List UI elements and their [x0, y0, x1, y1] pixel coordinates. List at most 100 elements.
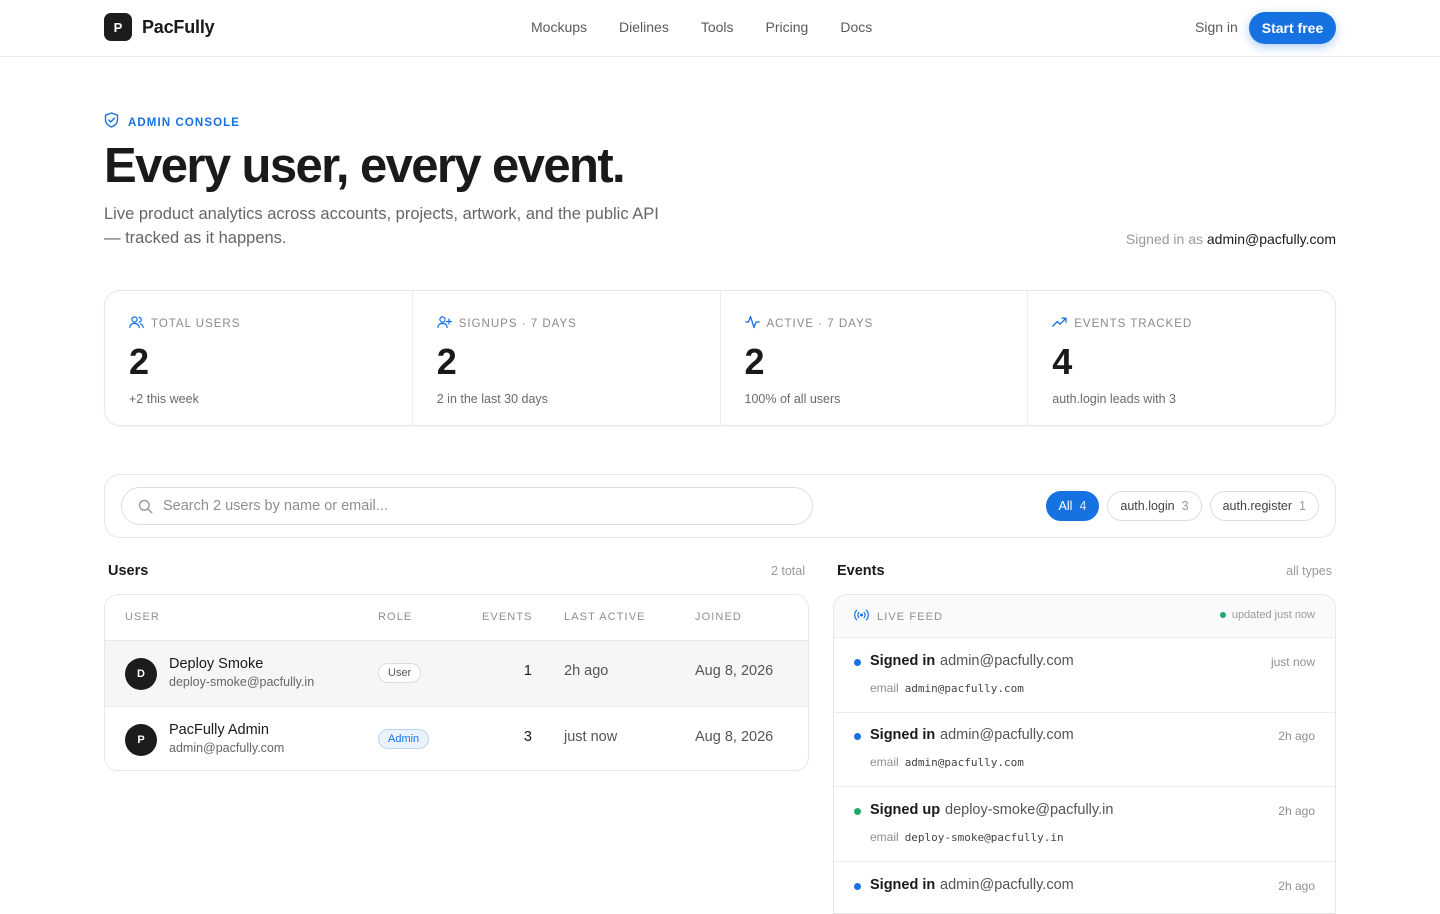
live-feed-title: LIVE FEED	[854, 609, 943, 624]
user-name: PacFully Admin	[169, 722, 269, 738]
event-detail-label: email	[870, 755, 899, 769]
stat-note: 2 in the last 30 days	[436, 392, 548, 406]
event-user: admin@pacfully.com	[940, 653, 1074, 669]
filter-chip-auth-login[interactable]: auth.login 3	[1107, 491, 1202, 521]
page-subtitle: Live product analytics across accounts, …	[104, 205, 659, 247]
event-item[interactable]: Signed up deploy-smoke@pacfully.in 2h ag…	[834, 787, 1335, 862]
column-header-user[interactable]: USER	[125, 611, 160, 623]
search-box	[121, 487, 813, 525]
user-plus-icon	[436, 315, 452, 332]
stat-note: +2 this week	[129, 392, 199, 406]
stat-signups: SIGNUPS · 7 DAYS 2 2 in the last 30 days	[413, 291, 721, 425]
stat-value: 2	[744, 341, 765, 382]
users-panel-title: Users	[108, 563, 149, 579]
sign-in-link[interactable]: Sign in	[1195, 19, 1238, 35]
stat-value: 2	[129, 341, 150, 382]
filter-chip-auth-register[interactable]: auth.register 1	[1209, 491, 1319, 521]
admin-console-eyebrow: ADMIN CONSOLE	[104, 112, 240, 133]
column-header-role[interactable]: ROLE	[378, 611, 412, 623]
live-status-dot	[1219, 612, 1226, 618]
event-time: 2h ago	[1278, 879, 1315, 893]
user-email: deploy-smoke@pacfully.in	[169, 675, 315, 689]
event-user: admin@pacfully.com	[940, 727, 1074, 743]
filter-chip-count: 1	[1299, 499, 1306, 513]
event-detail-label: email	[870, 681, 899, 695]
role-badge: Admin	[378, 729, 430, 749]
users-icon	[129, 315, 144, 332]
filter-bar: All 4 auth.login 3 auth.register 1	[104, 474, 1336, 538]
users-total: 2 total	[770, 564, 805, 578]
user-last-active: 2h ago	[564, 663, 609, 679]
stat-label: ACTIVE · 7 DAYS	[766, 317, 874, 330]
filter-chip-label: auth.register	[1222, 499, 1293, 513]
feed-updated-status: updated just now	[1219, 609, 1315, 621]
events-panel-title: Events	[837, 563, 885, 579]
table-row[interactable]: P PacFully Admin admin@pacfully.com Admi…	[105, 706, 808, 770]
signed-in-prefix: Signed in as	[1125, 231, 1203, 247]
users-table: USER ROLE EVENTS LAST ACTIVE JOINED D De…	[104, 594, 809, 771]
filter-chip-count: 3	[1181, 499, 1189, 513]
nav-link-pricing[interactable]: Pricing	[766, 19, 809, 35]
event-time: 2h ago	[1278, 804, 1315, 818]
role-badge: User	[378, 663, 422, 683]
eyebrow-label: ADMIN CONSOLE	[128, 116, 241, 129]
event-status-dot	[854, 659, 861, 666]
event-item[interactable]: Signed in admin@pacfully.com just now em…	[834, 638, 1335, 713]
stats-panel: TOTAL USERS 2 +2 this week SIGNUPS · 7 D…	[104, 290, 1336, 426]
page-title: Every user, every event.	[104, 139, 626, 193]
activity-icon	[744, 315, 760, 332]
shield-check-icon	[104, 112, 119, 133]
events-panel-header: Events all types	[837, 563, 1332, 579]
live-feed-header: LIVE FEED updated just now	[834, 595, 1335, 638]
event-user: admin@pacfully.com	[940, 877, 1074, 893]
trending-up-icon	[1052, 315, 1067, 332]
users-panel-header: Users 2 total	[108, 563, 805, 579]
stat-active: ACTIVE · 7 DAYS 2 100% of all users	[721, 291, 1029, 425]
avatar: D	[125, 658, 157, 690]
nav-link-mockups[interactable]: Mockups	[531, 19, 587, 35]
top-navbar: P PacFully Mockups Dielines Tools Pricin…	[0, 0, 1440, 57]
signed-in-indicator: Signed in as admin@pacfully.com	[1126, 231, 1336, 247]
user-joined-date: Aug 8, 2026	[695, 729, 774, 745]
logo-mark: P	[104, 13, 132, 41]
filter-chip-all[interactable]: All 4	[1045, 491, 1100, 521]
event-detail-value: admin@pacfully.com	[904, 682, 1024, 695]
event-status-dot	[854, 808, 861, 815]
user-event-count: 3	[523, 729, 532, 745]
event-type: Signed in	[870, 653, 936, 669]
filter-chip-label: auth.login	[1120, 499, 1175, 513]
event-detail-value: deploy-smoke@pacfully.in	[904, 831, 1064, 844]
event-time: just now	[1270, 655, 1315, 669]
event-item[interactable]: Signed in admin@pacfully.com 2h ago emai…	[834, 712, 1335, 787]
user-event-count: 1	[523, 663, 532, 679]
user-name: Deploy Smoke	[169, 656, 264, 672]
nav-link-docs[interactable]: Docs	[840, 19, 872, 35]
event-type: Signed up	[870, 802, 941, 818]
column-header-last-active[interactable]: LAST ACTIVE	[564, 611, 646, 623]
event-detail: email admin@pacfully.com	[870, 681, 1024, 695]
signed-in-email: admin@pacfully.com	[1206, 231, 1336, 247]
events-feed: LIVE FEED updated just now Signed in adm…	[833, 594, 1336, 914]
column-header-events[interactable]: EVENTS	[482, 611, 533, 623]
brand-logo[interactable]: P PacFully	[104, 13, 215, 41]
nav-link-dielines[interactable]: Dielines	[619, 19, 669, 35]
search-input[interactable]	[122, 488, 812, 524]
event-item[interactable]: Signed in admin@pacfully.com 2h ago	[834, 862, 1335, 913]
stat-label: SIGNUPS · 7 DAYS	[458, 317, 577, 330]
start-free-button[interactable]: Start free	[1249, 12, 1336, 44]
stat-events-tracked: EVENTS TRACKED 4 auth.login leads with 3	[1028, 291, 1335, 425]
stat-label: TOTAL USERS	[151, 317, 241, 330]
stat-note: auth.login leads with 3	[1052, 392, 1176, 406]
filter-chip-count: 4	[1079, 499, 1087, 513]
stat-note: 100% of all users	[744, 392, 841, 406]
event-detail: email deploy-smoke@pacfully.in	[870, 830, 1064, 844]
avatar: P	[125, 724, 157, 756]
nav-link-tools[interactable]: Tools	[701, 19, 734, 35]
event-user: deploy-smoke@pacfully.in	[945, 802, 1114, 818]
stat-total-users: TOTAL USERS 2 +2 this week	[105, 291, 413, 425]
column-header-joined[interactable]: JOINED	[695, 611, 742, 623]
table-row[interactable]: D Deploy Smoke deploy-smoke@pacfully.in …	[105, 641, 808, 706]
stat-value: 4	[1052, 341, 1073, 382]
event-detail-label: email	[870, 830, 899, 844]
event-status-dot	[854, 733, 861, 740]
